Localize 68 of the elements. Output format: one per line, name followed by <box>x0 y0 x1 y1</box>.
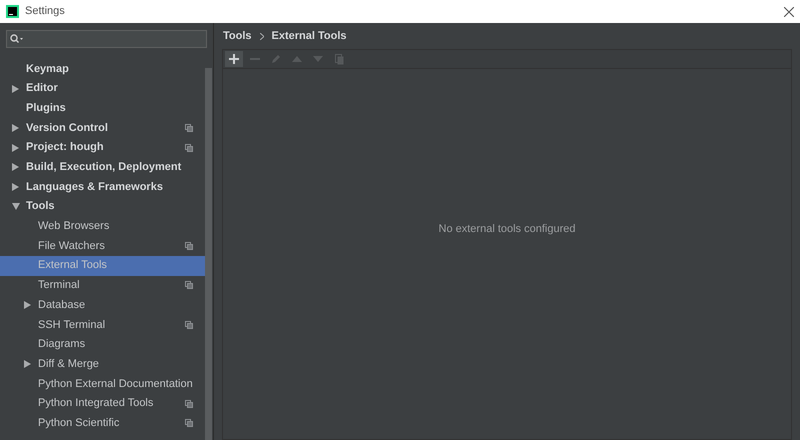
tree-item[interactable]: Tools <box>0 196 205 216</box>
tree-item-label: External Tools <box>38 258 108 274</box>
tree-item[interactable]: Web Browsers <box>0 216 205 236</box>
tree-item[interactable]: Diagrams <box>0 334 205 354</box>
tree-item-label: Tools <box>26 199 56 214</box>
tree-item-label: Languages & Frameworks <box>26 180 164 195</box>
tree-item-label: SSH Terminal <box>38 318 106 333</box>
expand-arrow-icon[interactable] <box>12 84 19 93</box>
copy-icon <box>185 281 193 290</box>
tree-item-label: Keymap <box>26 62 70 77</box>
collapse-arrow-icon[interactable] <box>12 203 20 210</box>
copy-icon <box>185 124 193 132</box>
expand-arrow-icon[interactable] <box>12 182 19 191</box>
copy-icon <box>334 54 344 64</box>
copy-icon <box>185 242 193 250</box>
chevron-icon <box>260 32 264 40</box>
tree-item[interactable]: Editor <box>0 78 205 98</box>
breadcrumb-item: Tools <box>223 28 252 44</box>
tree-item-label: Python External Documentation <box>38 376 193 392</box>
tree-item[interactable]: Plugins <box>0 98 205 118</box>
app-logo-icon <box>6 5 19 18</box>
copy-icon <box>185 144 193 152</box>
tree-item[interactable]: File Watchers <box>0 236 205 256</box>
tree-item[interactable]: Database <box>0 295 205 315</box>
down-arrow-icon <box>313 56 323 62</box>
tree-item[interactable]: Python External Documentation <box>0 374 205 394</box>
tree-item-label: Diff & Merge <box>38 356 100 372</box>
expand-arrow-icon[interactable] <box>24 301 31 310</box>
tree-item[interactable]: Languages & Frameworks <box>0 177 205 197</box>
pencil-icon <box>271 54 281 64</box>
window-title: Settings <box>25 4 65 20</box>
tree-item-label: Python Integrated Tools <box>38 396 154 412</box>
tree-item[interactable]: Python Integrated Tools <box>0 394 205 414</box>
tree-item-label: Web Browsers <box>38 219 110 234</box>
tree-item[interactable]: Version Control <box>0 118 205 138</box>
tree-item[interactable]: Terminal <box>0 276 205 296</box>
empty-message: No external tools configured <box>438 222 576 237</box>
search-icon <box>10 34 23 44</box>
tree-item[interactable]: Build, Execution, Deployment <box>0 157 205 178</box>
expand-arrow-icon[interactable] <box>12 124 19 132</box>
tree-item-label: Database <box>38 298 86 313</box>
copy-icon <box>185 400 193 408</box>
toolbar-button[interactable] <box>225 51 243 67</box>
expand-arrow-icon[interactable] <box>24 360 31 368</box>
tree-item[interactable]: Project: hough <box>0 138 205 158</box>
scrollbar[interactable] <box>205 68 212 440</box>
tree-item[interactable]: Python Scientific <box>0 413 205 434</box>
tree-item[interactable]: SSH Terminal <box>0 314 205 335</box>
copy-icon <box>185 320 193 329</box>
close-icon[interactable] <box>784 6 794 16</box>
expand-arrow-icon[interactable] <box>12 144 19 152</box>
tree-item-label: Plugins <box>26 100 67 116</box>
tree-item-label: File Watchers <box>38 238 106 254</box>
tree-item-label: Build, Execution, Deployment <box>26 160 182 176</box>
up-arrow-icon <box>292 56 302 62</box>
tree-item-label: Terminal <box>38 278 81 294</box>
tree-item-label: Python Scientific <box>38 416 120 431</box>
expand-arrow-icon[interactable] <box>12 163 19 172</box>
tree-item-label: Diagrams <box>38 337 86 352</box>
copy-icon <box>185 419 193 428</box>
tree-item-label: Project: hough <box>26 140 105 156</box>
tree-item[interactable]: Keymap <box>0 59 205 79</box>
plus-icon <box>229 54 239 64</box>
search-field[interactable] <box>6 30 207 48</box>
tree-item-label: Version Control <box>26 120 109 136</box>
breadcrumb-item: External Tools <box>272 28 346 44</box>
tree-item[interactable]: Diff & Merge <box>0 354 205 374</box>
tree-item-label: Editor <box>26 81 59 96</box>
